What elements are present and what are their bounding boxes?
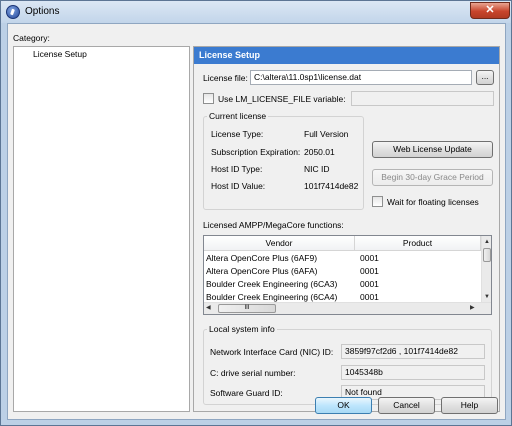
table-row[interactable]: Altera OpenCore Plus (6AF9) 0001 bbox=[204, 252, 482, 265]
product-column-header[interactable]: Product bbox=[355, 236, 481, 251]
host-id-type-value: NIC ID bbox=[304, 164, 330, 174]
window-title: Options bbox=[25, 6, 60, 17]
options-window: Options ✕ Category: License Setup Licens… bbox=[0, 0, 512, 426]
close-button[interactable]: ✕ bbox=[470, 2, 510, 19]
license-file-label: License file: bbox=[203, 73, 248, 83]
help-button[interactable]: Help bbox=[441, 397, 498, 414]
local-system-info-group: Local system info Network Interface Card… bbox=[203, 324, 492, 405]
license-setup-panel: License Setup License file: C:\altera\11… bbox=[193, 46, 500, 412]
horizontal-scrollbar[interactable]: ◀ III ▶ bbox=[204, 302, 491, 314]
table-row[interactable]: Altera OpenCore Plus (6AFA) 0001 bbox=[204, 265, 482, 278]
ok-button[interactable]: OK bbox=[315, 397, 372, 414]
category-item-license-setup[interactable]: License Setup bbox=[15, 48, 188, 61]
vertical-scroll-thumb[interactable] bbox=[483, 248, 491, 262]
current-license-group: Current license License Type: Full Versi… bbox=[203, 111, 364, 210]
vendor-cell: Altera OpenCore Plus (6AF9) bbox=[206, 253, 318, 263]
licensed-functions-label: Licensed AMPP/MegaCore functions: bbox=[203, 220, 344, 230]
host-id-type-label: Host ID Type: bbox=[211, 164, 263, 174]
product-cell: 0001 bbox=[360, 266, 379, 276]
cancel-button[interactable]: Cancel bbox=[378, 397, 435, 414]
license-file-input[interactable]: C:\altera\11.0sp1\license.dat bbox=[250, 70, 472, 85]
current-license-title: Current license bbox=[207, 111, 269, 121]
scroll-up-arrow-icon[interactable]: ▲ bbox=[484, 238, 490, 246]
wait-floating-checkbox[interactable] bbox=[372, 196, 383, 207]
horizontal-scroll-thumb[interactable]: III bbox=[218, 304, 276, 313]
host-id-value-label: Host ID Value: bbox=[211, 181, 266, 191]
use-lm-license-checkbox[interactable] bbox=[203, 93, 214, 104]
scroll-right-arrow-icon[interactable]: ▶ bbox=[470, 304, 475, 312]
license-type-value: Full Version bbox=[304, 129, 349, 139]
title-bar: Options ✕ bbox=[1, 1, 511, 23]
drive-serial-value: 1045348b bbox=[341, 365, 485, 380]
table-row[interactable]: Boulder Creek Engineering (6CA3) 0001 bbox=[204, 278, 482, 291]
product-cell: 0001 bbox=[360, 279, 379, 289]
altera-app-icon bbox=[6, 5, 20, 19]
host-id-value-value: 101f7414de82 bbox=[304, 181, 359, 191]
web-license-update-button[interactable]: Web License Update bbox=[372, 141, 493, 158]
subscription-expiration-value: 2050.01 bbox=[304, 147, 335, 157]
nic-id-value: 3859f97cf2d6 , 101f7414de82 bbox=[341, 344, 485, 359]
scroll-down-arrow-icon[interactable]: ▼ bbox=[484, 293, 490, 301]
software-guard-label: Software Guard ID: bbox=[210, 388, 283, 398]
product-cell: 0001 bbox=[360, 253, 379, 263]
panel-header: License Setup bbox=[194, 47, 499, 64]
vendor-cell: Boulder Creek Engineering (6CA3) bbox=[206, 279, 338, 289]
category-label: Category: bbox=[13, 33, 50, 43]
use-lm-license-label: Use LM_LICENSE_FILE variable: bbox=[218, 94, 346, 104]
wait-floating-label: Wait for floating licenses bbox=[387, 197, 479, 207]
grace-period-button[interactable]: Begin 30-day Grace Period bbox=[372, 169, 493, 186]
licensed-functions-table: Vendor Product Altera OpenCore Plus (6AF… bbox=[203, 235, 492, 315]
local-system-info-title: Local system info bbox=[207, 324, 277, 334]
scroll-left-arrow-icon[interactable]: ◀ bbox=[206, 304, 211, 312]
subscription-expiration-label: Subscription Expiration: bbox=[211, 147, 301, 157]
vendor-cell: Altera OpenCore Plus (6AFA) bbox=[206, 266, 318, 276]
lm-license-variable-input[interactable] bbox=[351, 91, 494, 106]
nic-id-label: Network Interface Card (NIC) ID: bbox=[210, 347, 334, 357]
category-list: License Setup bbox=[13, 46, 190, 412]
browse-button[interactable]: ... bbox=[476, 70, 494, 85]
dialog-client: Category: License Setup License Setup Li… bbox=[7, 23, 506, 420]
vendor-column-header[interactable]: Vendor bbox=[204, 236, 355, 251]
vertical-scrollbar[interactable]: ▲ ▼ bbox=[481, 236, 491, 302]
drive-serial-label: C: drive serial number: bbox=[210, 368, 296, 378]
license-type-label: License Type: bbox=[211, 129, 264, 139]
